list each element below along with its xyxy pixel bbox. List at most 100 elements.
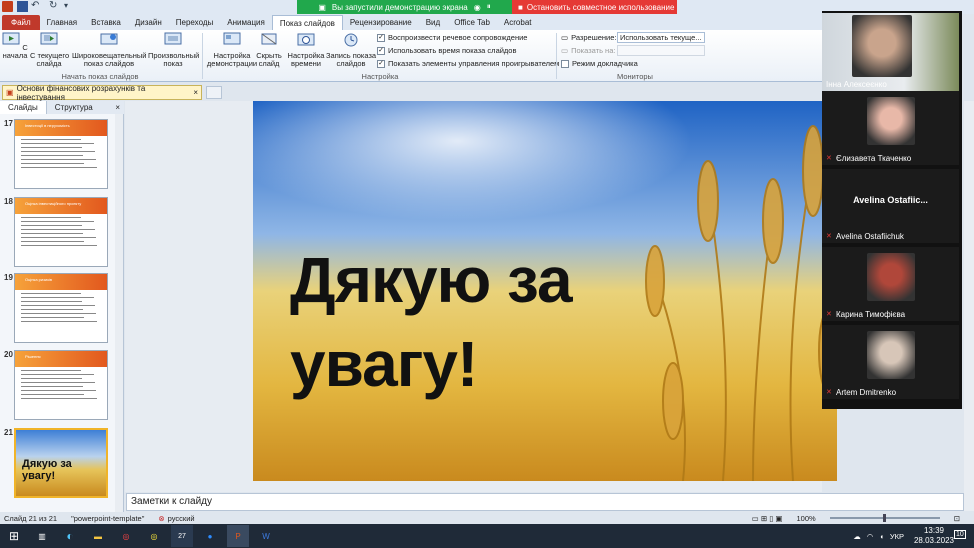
start-icon[interactable]: ⊞ [3,525,25,547]
show-on-dropdown[interactable] [617,45,705,56]
file-explorer-icon[interactable]: ▬ [87,525,109,547]
system-tray: ☁ ◠ ◖ УКР [853,532,904,541]
rehearse-timings-button[interactable]: Настройка времени [286,32,326,68]
presenter-view-checkbox[interactable]: Режим докладчика [561,59,638,68]
notes-field[interactable]: Заметки к слайду [126,493,964,511]
slide-number: 17 [4,119,13,128]
hide-slide-button[interactable]: Скрыть слайд [256,32,282,68]
hide-slide-icon [261,33,277,45]
custom-show-icon [164,32,182,45]
new-tab-button[interactable] [206,86,222,99]
notifications-icon[interactable]: 10 [954,530,966,539]
tab-8[interactable]: Вид [419,15,447,30]
setup-icon [223,32,241,45]
language-indicator[interactable]: русский [168,514,195,523]
broadcast-button[interactable]: Широковещательный показ слайдов [72,32,146,68]
zoom-app-icon[interactable]: ● [199,525,221,547]
view-buttons[interactable]: ▭ ⊞ ▯ ▣ [752,514,783,523]
chrome-icon[interactable]: ◎ [115,525,137,547]
chrome-icon[interactable]: ◎ [143,525,165,547]
save-icon[interactable] [17,1,28,12]
participant-tile[interactable]: ✕ Карина Тимофієва [822,247,959,321]
slides-scrollbar[interactable] [115,114,123,512]
tab-2[interactable]: Вставка [84,15,128,30]
thumbnail-title: Оцінка ризиків [25,277,52,282]
tab-6[interactable]: Показ слайдов [271,15,343,30]
theme-name[interactable]: "powerpoint-template" [71,514,144,523]
from-current-button[interactable]: С текущего слайда [30,32,69,68]
word-icon[interactable]: W [255,525,277,547]
slide-thumbnail[interactable]: Інвестиції в нерухомість [14,119,108,189]
participant-name: Єлизавета Ткаченко [836,154,912,163]
tab-10[interactable]: Acrobat [497,15,539,30]
redo-icon[interactable]: ↻ [49,1,60,12]
thumbnail-text-line [21,147,82,148]
custom-show-button[interactable]: Произвольный показ [148,32,199,68]
tab-0[interactable]: Файл [2,15,40,30]
thumbnail-text-line [21,297,94,298]
participant-tile[interactable]: ✕ Artem Dmitrenko [822,325,959,399]
zoom-thumb[interactable] [882,514,886,522]
thumbnail-text-line [21,167,97,168]
tab-9[interactable]: Office Tab [447,15,497,30]
slide-number: 21 [4,428,13,437]
narration-checkbox[interactable]: ✓ Воспроизвести речевое сопровождение [377,33,527,42]
input-language[interactable]: УКР [890,532,904,541]
tab-4[interactable]: Переходы [169,15,221,30]
record-slideshow-button[interactable]: Запись показа слайдов [326,32,376,68]
thumbnail-text-line [21,155,83,156]
document-tab[interactable]: ▣ Основи фінансових розрахунків та інвес… [2,84,202,102]
thumbnail-text-line [21,245,97,246]
timer-icon [297,33,315,46]
from-beginning-button[interactable]: С начала [2,32,28,60]
slide-thumbnail[interactable]: Рішення [14,350,108,420]
tab-outline[interactable]: Структура [47,101,101,114]
spellcheck-icon[interactable]: ⊗ [158,514,164,523]
wifi-icon[interactable]: ◠ [867,532,874,541]
pause-icon[interactable]: ⏸ [487,2,491,12]
stop-share-button[interactable]: ■ Остановить совместное использование [512,0,677,14]
tab-1[interactable]: Главная [40,15,84,30]
slide-counter: Слайд 21 из 21 [4,513,58,523]
slide-thumbnail[interactable]: Дякую за увагу! [14,428,108,498]
task-view-icon[interactable]: ▥ [31,525,53,547]
media-controls-checkbox[interactable]: ✓ Показать элементы управления проигрыват… [377,59,559,68]
monitor-icon: ▭ [561,46,569,55]
close-icon[interactable]: × [193,88,198,97]
slide-thumbnail[interactable]: Оцінка інвестиційного проекту [14,197,108,267]
participant-name-large: Avelina Ostafiic... [853,195,928,205]
cloud-icon[interactable]: ☁ [853,532,861,541]
editor-scrollbar[interactable] [964,101,974,511]
participant-tile[interactable]: Інна Алексеєнко [822,13,959,91]
slide-number: 19 [4,273,13,282]
powerpoint-taskbar-icon[interactable]: P [227,525,249,547]
tab-7[interactable]: Рецензирование [343,15,419,30]
resolution-dropdown[interactable]: Использовать текуще... [617,32,705,43]
clock[interactable]: 13:39 28.03.2023 [914,526,954,546]
slide-title-text[interactable]: Дякую за увагу! [290,238,690,406]
mic-muted-icon: ✕ [826,389,832,396]
thumbnail-text-line [21,317,84,318]
tab-5[interactable]: Анимация [220,15,272,30]
setup-slideshow-button[interactable]: Настройка демонстрации [206,32,258,68]
zoom-level[interactable]: 100% [797,514,816,523]
participant-tile[interactable]: ✕ Єлизавета Ткаченко [822,91,959,165]
volume-icon[interactable]: ◖ [879,532,884,541]
thumbnail-text-line [21,241,84,242]
thumbnail-text-line [21,382,95,383]
slide-thumbnail[interactable]: Оцінка ризиків [14,273,108,343]
customize-toolbar-icon[interactable]: ▾ [64,1,75,12]
pptx-icon: ▣ [6,88,14,97]
zoom-slider[interactable] [829,514,940,522]
undo-icon[interactable]: ↶ [31,1,42,12]
participant-video [867,97,915,145]
close-pane-icon[interactable]: × [115,103,120,112]
thumbnail-header: Рішення [15,351,107,367]
fit-window-icon[interactable]: ⊡ [954,514,960,523]
edge-icon[interactable]: ◐ [59,525,81,547]
timings-checkbox[interactable]: ✓ Использовать время показа слайдов [377,46,516,55]
app-badge[interactable]: 27 [171,525,193,547]
tab-3[interactable]: Дизайн [128,15,169,30]
participant-tile[interactable]: Avelina Ostafiic... ✕ Avelina Ostafiichuk [822,169,959,243]
tab-slides[interactable]: Слайды [0,101,47,114]
